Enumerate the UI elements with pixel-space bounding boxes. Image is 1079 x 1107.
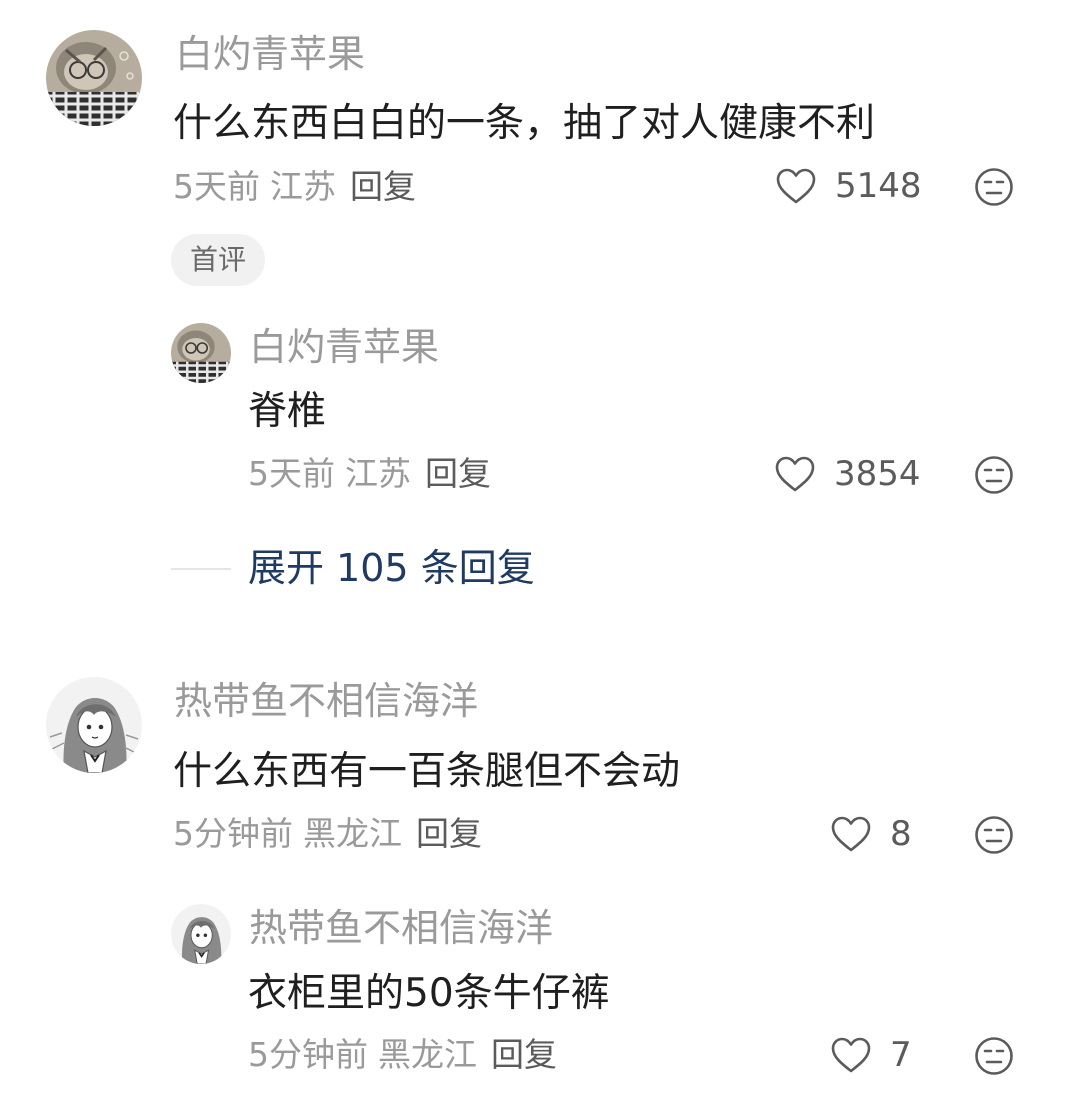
reply-meta: 5天前 江苏 回复 [248,457,491,490]
comment-username[interactable]: 白灼青苹果 [175,35,365,73]
reply-button[interactable]: 回复 [416,814,482,853]
heart-outline-icon [831,816,871,852]
heart-outline-icon [775,456,815,492]
like-count: 5148 [835,166,922,206]
avatar[interactable] [171,904,231,964]
comment-time: 5分钟前 [173,814,293,853]
reply-region: 黑龙江 [378,1035,477,1074]
dislike-button[interactable] [974,1036,1014,1076]
reply-button[interactable]: 回复 [425,454,491,493]
meh-face-icon [975,816,1013,854]
avatar[interactable] [46,30,142,126]
like-button[interactable]: 7 [830,1036,912,1074]
reply-region: 江苏 [345,454,411,493]
heart-outline-icon [776,168,816,204]
like-count: 8 [890,814,912,854]
reply-time: 5分钟前 [248,1035,368,1074]
like-button[interactable]: 8 [830,815,912,853]
reply-text: 脊椎 [248,389,327,434]
meh-face-icon [975,456,1013,494]
like-button[interactable]: 3854 [774,455,921,493]
like-button[interactable]: 5148 [775,167,922,205]
comment-text: 什么东西有一百条腿但不会动 [173,749,681,794]
reply-button[interactable]: 回复 [350,167,416,206]
cat-avatar-image [46,30,142,126]
like-count: 3854 [834,454,921,494]
reply-username[interactable]: 热带鱼不相信海洋 [249,909,553,947]
dislike-button[interactable] [974,167,1014,207]
comment-username[interactable]: 热带鱼不相信海洋 [174,682,478,720]
comment-time: 5天前 [173,167,260,206]
meh-face-icon [975,168,1013,206]
dislike-button[interactable] [974,455,1014,495]
like-count: 7 [890,1035,912,1075]
reply-username[interactable]: 白灼青苹果 [249,328,439,366]
comment-text: 什么东西白白的一条，抽了对人健康不利 [173,101,876,146]
avatar[interactable] [46,677,142,773]
anime-avatar-image [171,904,231,964]
anime-avatar-image [46,677,142,773]
comment-region: 黑龙江 [303,814,402,853]
comment-meta: 5分钟前 黑龙江 回复 [173,817,482,850]
comment-region: 江苏 [270,167,336,206]
reply-meta: 5分钟前 黑龙江 回复 [248,1038,557,1071]
expand-divider [171,568,231,570]
avatar[interactable] [171,323,231,383]
first-comment-badge: 首评 [171,234,266,286]
comment-meta: 5天前 江苏 回复 [173,170,416,203]
meh-face-icon [975,1037,1013,1075]
dislike-button[interactable] [974,815,1014,855]
heart-outline-icon [831,1037,871,1073]
cat-avatar-image [171,323,231,383]
expand-replies-link[interactable]: 展开 105 条回复 [248,549,535,587]
reply-time: 5天前 [248,454,335,493]
reply-text: 衣柜里的50条牛仔裤 [248,971,610,1016]
reply-button[interactable]: 回复 [491,1035,557,1074]
